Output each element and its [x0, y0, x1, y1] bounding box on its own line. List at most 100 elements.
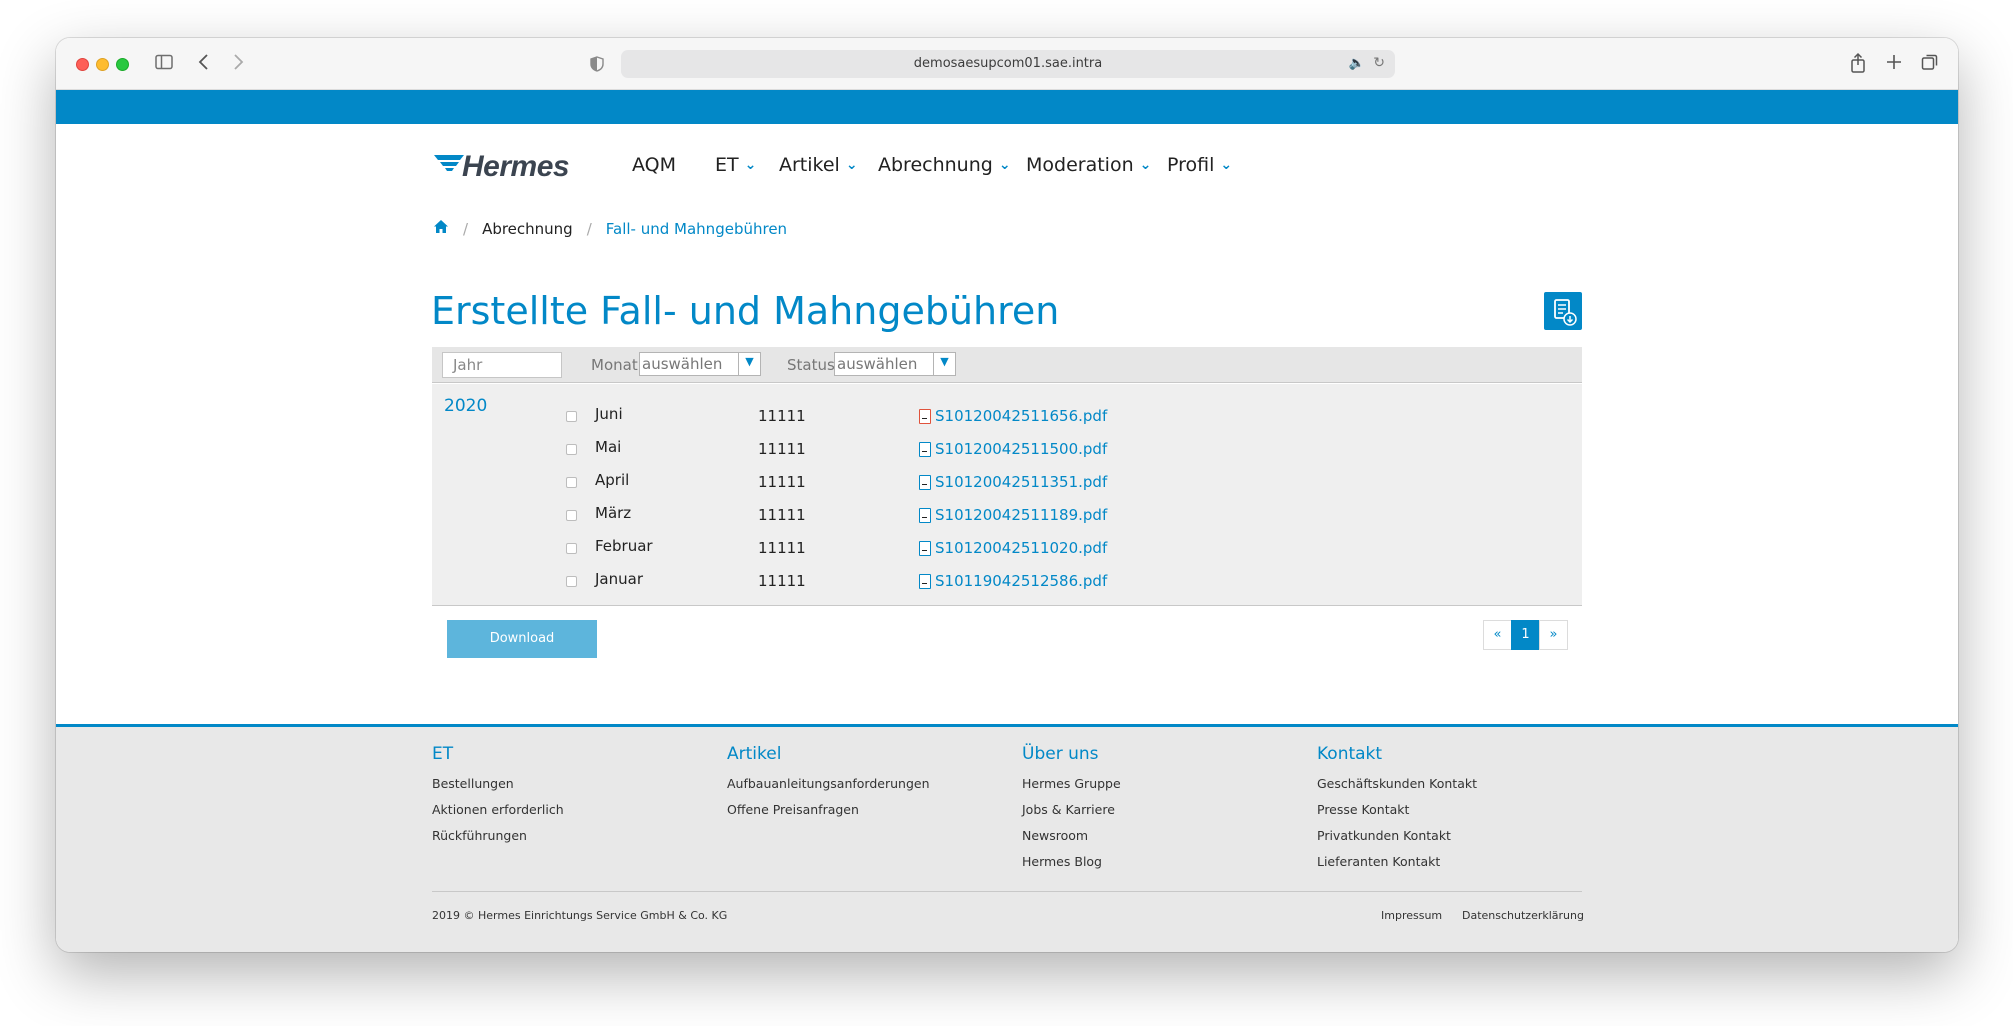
privacy-policy-link[interactable]: Datenschutzerklärung	[1462, 909, 1584, 922]
footer-column-kontakt: Kontakt Geschäftskunden Kontakt Presse K…	[1317, 744, 1477, 875]
pdf-file-link[interactable]: S10120042511656.pdf	[935, 407, 1107, 425]
footer-link[interactable]: Aktionen erforderlich	[432, 797, 564, 823]
breadcrumb: / Abrechnung / Fall- und Mahngebühren	[433, 219, 787, 239]
home-icon[interactable]	[433, 219, 449, 239]
nav-item-aqm[interactable]: AQM	[632, 150, 676, 180]
row-checkbox[interactable]	[566, 510, 577, 521]
footer-link[interactable]: Newsroom	[1022, 823, 1121, 849]
month-name: Mai	[595, 438, 622, 456]
status-label: Status	[787, 356, 835, 374]
case-count: 11111	[758, 539, 806, 557]
audio-icon[interactable]: 🔈	[1349, 56, 1365, 71]
hermes-logo[interactable]: Hermes	[432, 148, 572, 188]
footer-link[interactable]: Geschäftskunden Kontakt	[1317, 771, 1477, 797]
new-tab-icon[interactable]	[1884, 52, 1904, 77]
privacy-shield-icon[interactable]	[588, 54, 606, 78]
footer-heading: Kontakt	[1317, 744, 1383, 764]
pdf-file-link[interactable]: S10120042511500.pdf	[935, 440, 1107, 458]
chevron-down-icon: ⌄	[998, 157, 1011, 173]
nav-label: Artikel	[779, 154, 840, 176]
close-window-button[interactable]	[76, 58, 89, 71]
footer-link[interactable]: Hermes Gruppe	[1022, 771, 1121, 797]
month-label: Monat	[591, 356, 638, 374]
filter-bar: Jahr Monat auswählen ▼ Status auswählen …	[432, 347, 1582, 383]
results-panel: 2020 Juni 11111 S10120042511656.pdf Mai …	[432, 384, 1582, 606]
pdf-file-link[interactable]: S10120042511351.pdf	[935, 473, 1107, 491]
breadcrumb-item-current[interactable]: Fall- und Mahngebühren	[606, 220, 787, 238]
month-name: März	[595, 504, 632, 522]
nav-label: Abrechnung	[878, 154, 993, 176]
month-select[interactable]: auswählen ▼	[639, 352, 761, 376]
dropdown-arrow-icon: ▼	[738, 353, 760, 375]
download-button[interactable]: Download	[447, 620, 597, 658]
month-name: Februar	[595, 537, 653, 555]
chevron-down-icon: ⌄	[744, 157, 757, 173]
pagination-next[interactable]: »	[1539, 620, 1568, 650]
status-select-value: auswählen	[837, 355, 918, 373]
case-count: 11111	[758, 506, 806, 524]
row-checkbox[interactable]	[566, 576, 577, 587]
document-download-icon	[1554, 299, 1577, 326]
back-icon[interactable]	[194, 52, 214, 77]
tab-overview-icon[interactable]	[1920, 52, 1940, 77]
row-checkbox[interactable]	[566, 411, 577, 422]
list-item: Januar 11111 S10119042512586.pdf	[432, 566, 1582, 596]
footer-heading: Artikel	[727, 744, 782, 764]
list-item: Juni 11111 S10120042511656.pdf	[432, 401, 1582, 431]
pagination-page-1[interactable]: 1	[1511, 620, 1540, 650]
footer-link[interactable]: Offene Preisanfragen	[727, 797, 930, 823]
pdf-file-link[interactable]: S10120042511189.pdf	[935, 506, 1107, 524]
list-item: Februar 11111 S10120042511020.pdf	[432, 533, 1582, 563]
footer-divider	[432, 891, 1582, 892]
row-checkbox[interactable]	[566, 444, 577, 455]
logo-wordmark: Hermes	[462, 150, 570, 183]
footer-link[interactable]: Lieferanten Kontakt	[1317, 849, 1477, 875]
pagination-prev[interactable]: «	[1483, 620, 1512, 650]
month-name: Juni	[595, 405, 623, 423]
nav-item-abrechnung[interactable]: Abrechnung ⌄	[878, 150, 1011, 180]
list-item: Mai 11111 S10120042511500.pdf	[432, 434, 1582, 464]
nav-item-profil[interactable]: Profil ⌄	[1167, 150, 1232, 180]
month-name: April	[595, 471, 630, 489]
case-count: 11111	[758, 407, 806, 425]
breadcrumb-item-abrechnung[interactable]: Abrechnung	[482, 220, 573, 238]
nav-item-moderation[interactable]: Moderation ⌄	[1026, 150, 1151, 180]
nav-item-et[interactable]: ET ⌄	[715, 150, 756, 180]
pdf-file-link[interactable]: S10119042512586.pdf	[935, 572, 1107, 590]
footer-link[interactable]: Aufbauanleitungsanforderungen	[727, 771, 930, 797]
forward-icon[interactable]	[228, 52, 248, 77]
hermes-wing-icon	[434, 155, 464, 171]
status-select[interactable]: auswählen ▼	[834, 352, 956, 376]
share-icon[interactable]	[1848, 52, 1868, 79]
year-input[interactable]: Jahr	[442, 352, 562, 378]
nav-label: ET	[715, 154, 739, 176]
minimize-window-button[interactable]	[96, 58, 109, 71]
footer-heading: Über uns	[1022, 744, 1099, 764]
impressum-link[interactable]: Impressum	[1381, 909, 1442, 922]
breadcrumb-separator: /	[463, 220, 469, 238]
month-name: Januar	[595, 570, 643, 588]
row-checkbox[interactable]	[566, 477, 577, 488]
chevron-down-icon: ⌄	[1139, 157, 1152, 173]
footer-link[interactable]: Jobs & Karriere	[1022, 797, 1121, 823]
case-count: 11111	[758, 473, 806, 491]
address-bar[interactable]: demosaesupcom01.sae.intra 🔈 ↻	[621, 50, 1395, 78]
footer-column-artikel: Artikel Aufbauanleitungsanforderungen Of…	[727, 744, 930, 823]
pdf-icon	[919, 508, 931, 523]
footer-link[interactable]: Hermes Blog	[1022, 849, 1121, 875]
chevron-down-icon: ⌄	[1220, 157, 1233, 173]
nav-label: Moderation	[1026, 154, 1134, 176]
row-checkbox[interactable]	[566, 543, 577, 554]
nav-item-artikel[interactable]: Artikel ⌄	[779, 150, 858, 180]
footer-link[interactable]: Bestellungen	[432, 771, 564, 797]
sidebar-icon[interactable]	[154, 52, 174, 77]
reload-icon[interactable]: ↻	[1373, 55, 1385, 71]
footer-link[interactable]: Privatkunden Kontakt	[1317, 823, 1477, 849]
footer-link[interactable]: Presse Kontakt	[1317, 797, 1477, 823]
list-item: April 11111 S10120042511351.pdf	[432, 467, 1582, 497]
pdf-file-link[interactable]: S10120042511020.pdf	[935, 539, 1107, 557]
zoom-window-button[interactable]	[116, 58, 129, 71]
footer-link[interactable]: Rückführungen	[432, 823, 564, 849]
site-footer: ET Bestellungen Aktionen erforderlich Rü…	[56, 724, 1958, 952]
export-list-button[interactable]	[1544, 292, 1582, 330]
